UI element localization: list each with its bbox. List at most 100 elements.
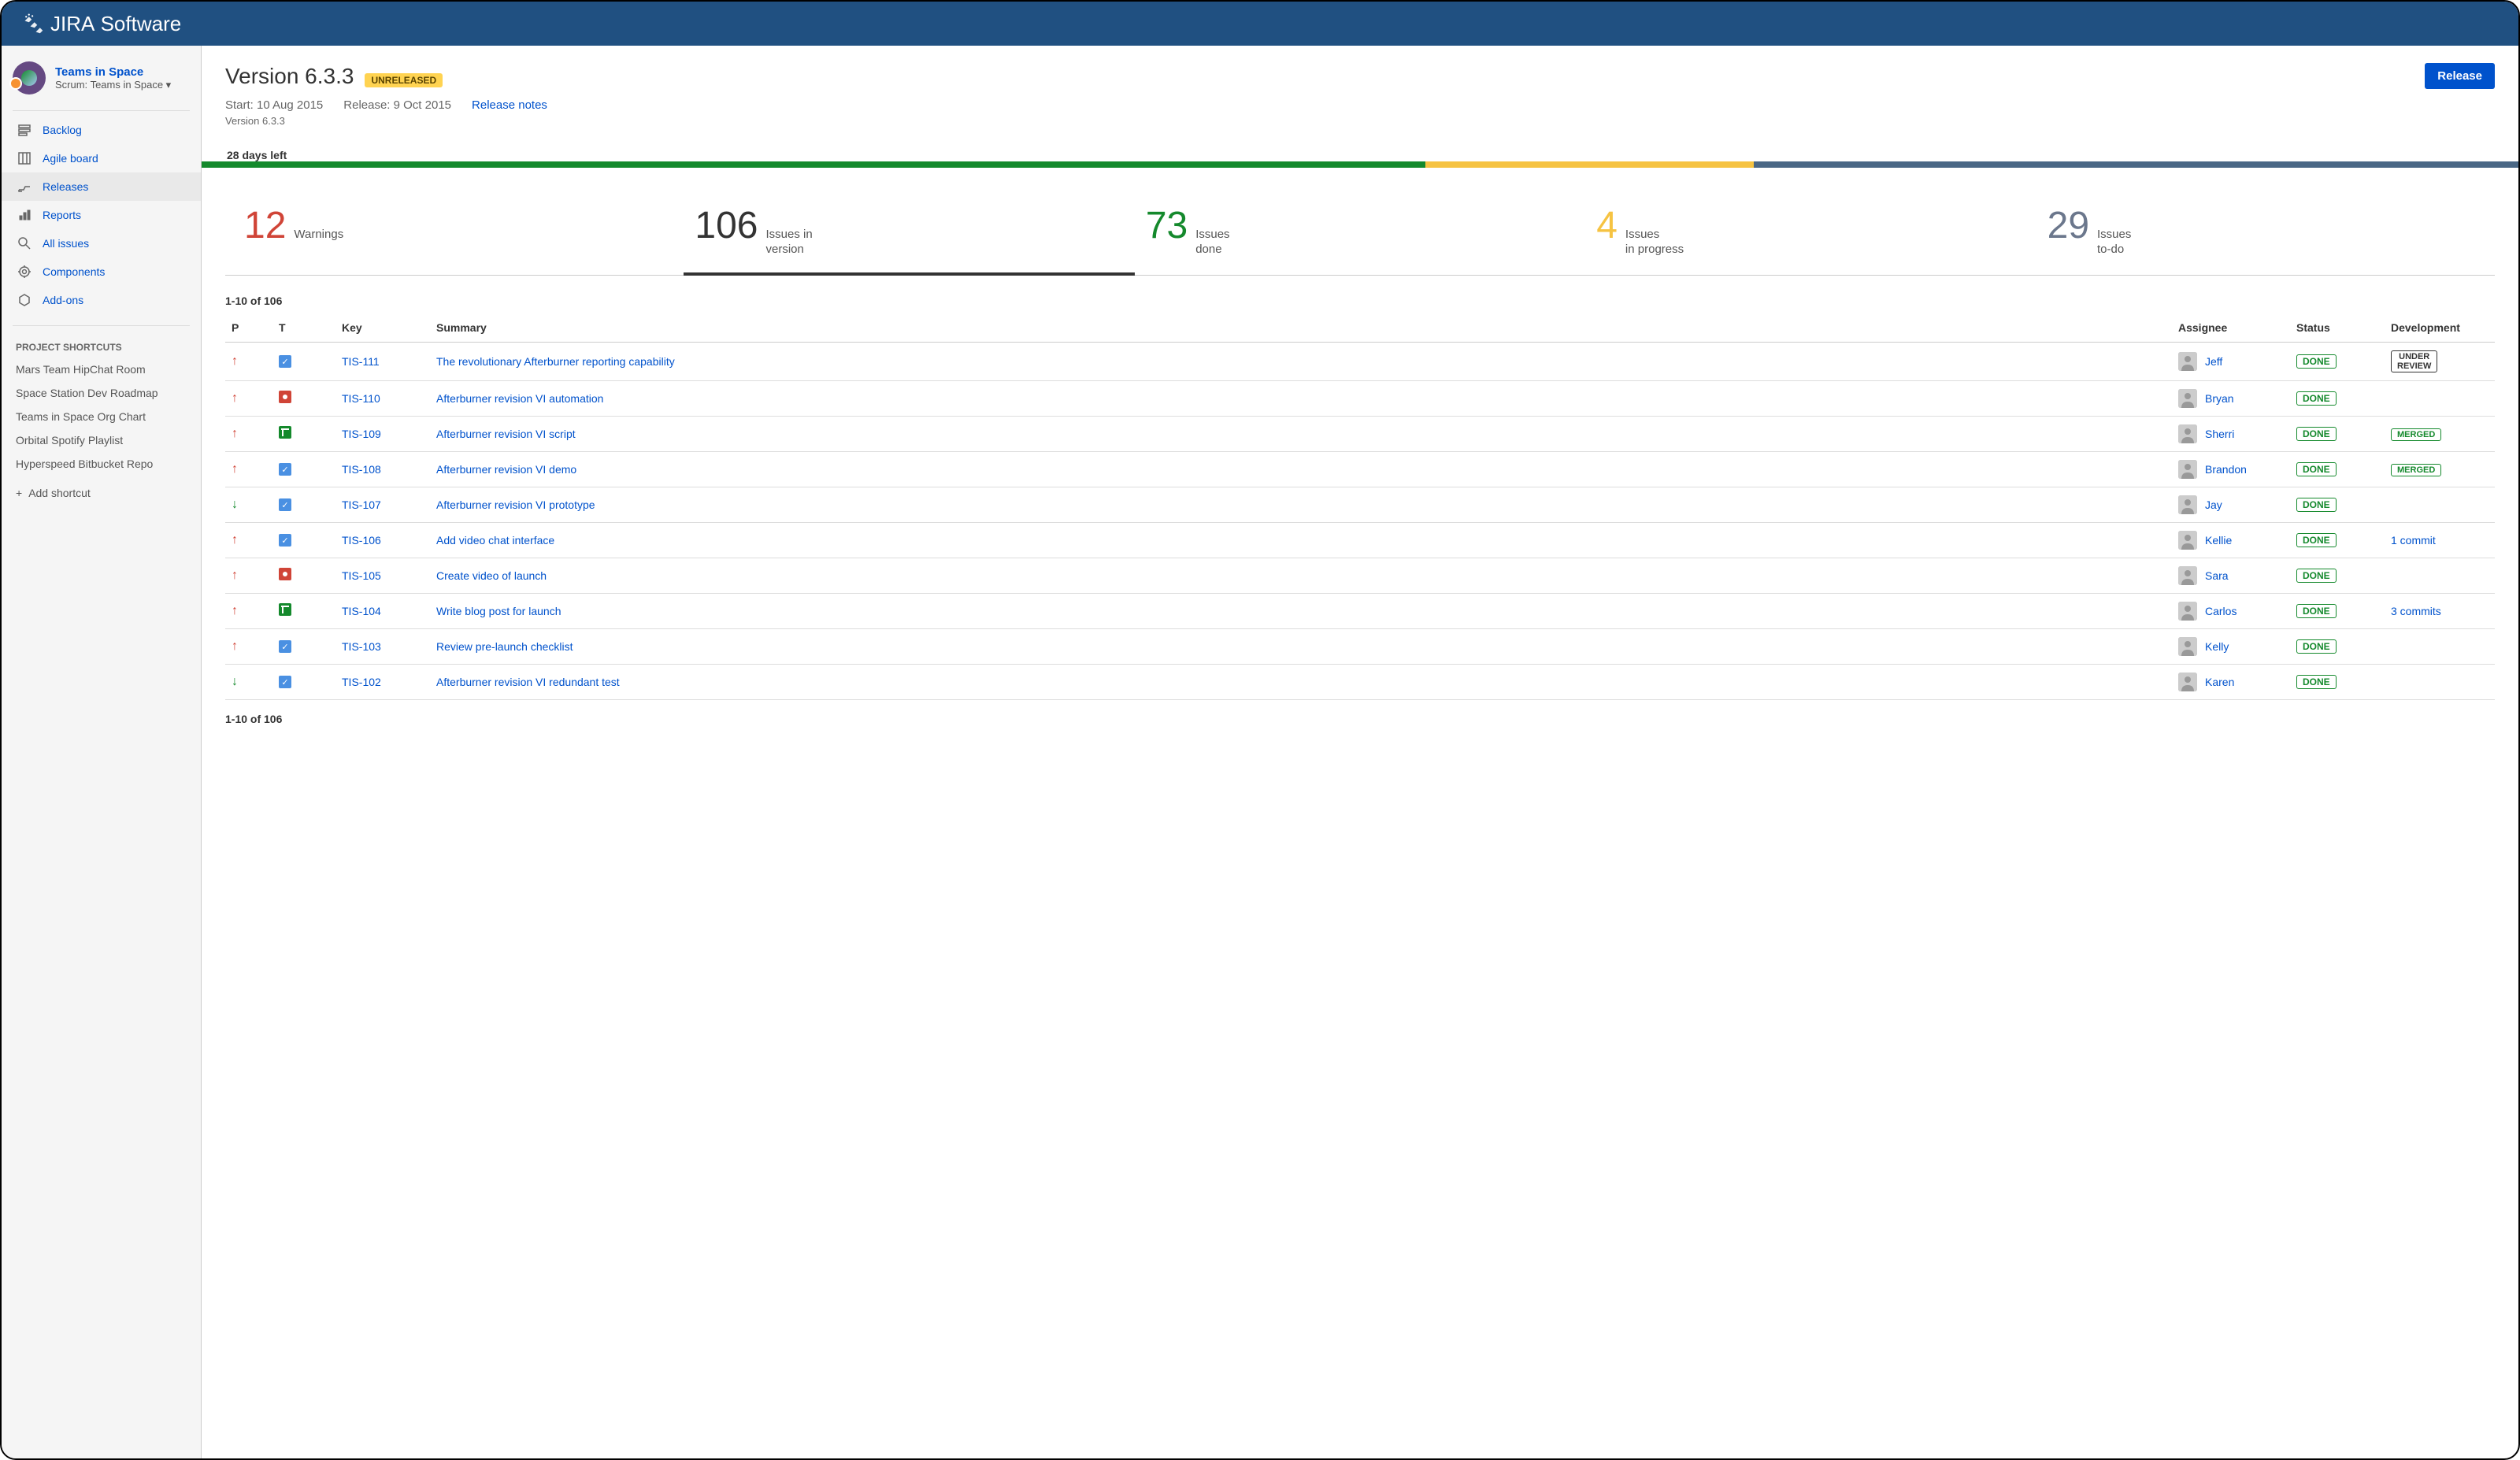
assignee-link[interactable]: Sherri [2205,428,2234,440]
dev-commits-link[interactable]: 1 commit [2391,534,2436,547]
issue-key-link[interactable]: TIS-106 [342,534,381,547]
issue-summary-link[interactable]: Afterburner revision VI automation [436,392,603,405]
priority-high-icon: ↑ [232,391,238,405]
sidebar-item-components[interactable]: Components [2,258,201,286]
assignee-link[interactable]: Kellie [2205,534,2232,547]
shortcut-link[interactable]: Hyperspeed Bitbucket Repo [2,452,201,476]
issue-type-task-icon: ✓ [279,640,291,653]
sidebar-item-label: All issues [43,237,89,250]
release-notes-link[interactable]: Release notes [472,98,547,112]
issue-summary-link[interactable]: Create video of launch [436,569,547,582]
stat-tab[interactable]: 73Issuesdone [1135,196,1585,275]
dev-under-review-badge[interactable]: UNDERREVIEW [2391,350,2437,372]
assignee-link[interactable]: Bryan [2205,392,2234,405]
table-row: ↑ TIS-110 Afterburner revision VI automati… [225,380,2495,416]
th-key[interactable]: Key [335,313,430,343]
priority-high-icon: ↑ [232,462,238,476]
issue-type-story-icon [279,603,291,616]
breadcrumb: Version 6.3.3 [225,115,2495,127]
stat-number: 29 [2048,204,2089,247]
issue-type-story-icon [279,426,291,439]
sidebar-item-label: Reports [43,209,81,221]
issue-key-link[interactable]: TIS-104 [342,605,381,617]
assignee-link[interactable]: Jeff [2205,355,2222,368]
issue-summary-link[interactable]: Afterburner revision VI script [436,428,576,440]
version-status-badge: UNRELEASED [365,73,443,87]
status-badge: DONE [2296,427,2337,441]
sidebar-item-all-issues[interactable]: All issues [2,229,201,258]
assignee-link[interactable]: Karen [2205,676,2234,688]
days-left: 28 days left [227,149,2495,161]
stat-tab[interactable]: 106Issues inversion [684,196,1134,275]
th-assignee[interactable]: Assignee [2172,313,2290,343]
add-shortcut-button[interactable]: + Add shortcut [2,476,201,510]
sidebar-item-agile[interactable]: Agile board [2,144,201,172]
stat-label: Issuesdone [1195,228,1229,258]
issue-summary-link[interactable]: The revolutionary Afterburner reporting … [436,355,675,368]
issue-summary-link[interactable]: Add video chat interface [436,534,554,547]
progress-todo-segment [1754,161,2518,168]
shortcut-link[interactable]: Orbital Spotify Playlist [2,428,201,452]
th-priority[interactable]: P [225,313,272,343]
issue-key-link[interactable]: TIS-110 [342,392,380,405]
avatar [2178,566,2197,585]
stat-label: Warnings [294,228,343,243]
project-header[interactable]: Teams in Space Scrum: Teams in Space ▾ [2,46,201,110]
status-badge: DONE [2296,675,2337,689]
issue-key-link[interactable]: TIS-108 [342,463,381,476]
sidebar-item-label: Releases [43,180,88,193]
th-summary[interactable]: Summary [430,313,2172,343]
th-type[interactable]: T [272,313,335,343]
issue-key-link[interactable]: TIS-109 [342,428,381,440]
sidebar-item-reports[interactable]: Reports [2,201,201,229]
assignee-link[interactable]: Kelly [2205,640,2229,653]
assignee-link[interactable]: Sara [2205,569,2229,582]
issue-key-link[interactable]: TIS-102 [342,676,381,688]
sidebar-item-label: Backlog [43,124,82,136]
shortcut-link[interactable]: Space Station Dev Roadmap [2,381,201,405]
issue-summary-link[interactable]: Write blog post for launch [436,605,561,617]
stat-tab[interactable]: 29Issuesto-do [2036,196,2487,275]
table-row: ↑✓TIS-108Afterburner revision VI demoBra… [225,451,2495,487]
status-badge: DONE [2296,569,2337,583]
project-type: Scrum: Teams in Space ▾ [55,79,171,91]
sidebar-item-backlog[interactable]: Backlog [2,116,201,144]
dev-commits-link[interactable]: 3 commits [2391,605,2441,617]
status-badge: DONE [2296,498,2337,512]
issue-summary-link[interactable]: Review pre-launch checklist [436,640,573,653]
assignee-link[interactable]: Jay [2205,498,2222,511]
issue-summary-link[interactable]: Afterburner revision VI redundant test [436,676,620,688]
issue-summary-link[interactable]: Afterburner revision VI prototype [436,498,595,511]
stat-number: 73 [1146,204,1188,247]
stat-tab[interactable]: 4Issuesin progress [1585,196,2036,275]
issue-key-link[interactable]: TIS-103 [342,640,381,653]
releases-icon [17,180,32,194]
search-icon [17,236,32,250]
dev-merged-badge[interactable]: MERGED [2391,464,2441,476]
avatar [2178,495,2197,514]
stat-tab[interactable]: 12Warnings [233,196,684,275]
th-status[interactable]: Status [2290,313,2385,343]
table-row: ↑TIS-104Write blog post for launchCarlos… [225,593,2495,628]
avatar [2178,424,2197,443]
sidebar-item-addons[interactable]: Add-ons [2,286,201,314]
assignee-link[interactable]: Carlos [2205,605,2236,617]
issue-type-task-icon: ✓ [279,534,291,547]
jira-logo[interactable]: JIRA Software [22,12,181,36]
issue-summary-link[interactable]: Afterburner revision VI demo [436,463,576,476]
dev-merged-badge[interactable]: MERGED [2391,428,2441,441]
table-row: ↑TIS-105Create video of launchSaraDONE [225,558,2495,593]
th-development[interactable]: Development [2385,313,2495,343]
avatar [2178,531,2197,550]
shortcut-link[interactable]: Teams in Space Org Chart [2,405,201,428]
pager-bottom: 1-10 of 106 [225,713,2495,725]
sidebar-item-releases[interactable]: Releases [2,172,201,201]
issue-key-link[interactable]: TIS-107 [342,498,381,511]
issue-key-link[interactable]: TIS-111 [342,355,380,368]
status-badge: DONE [2296,639,2337,654]
stats-tabs: 12Warnings106Issues inversion73Issuesdon… [225,196,2495,276]
shortcut-link[interactable]: Mars Team HipChat Room [2,358,201,381]
issue-key-link[interactable]: TIS-105 [342,569,381,582]
assignee-link[interactable]: Brandon [2205,463,2247,476]
release-button[interactable]: Release [2425,63,2495,89]
